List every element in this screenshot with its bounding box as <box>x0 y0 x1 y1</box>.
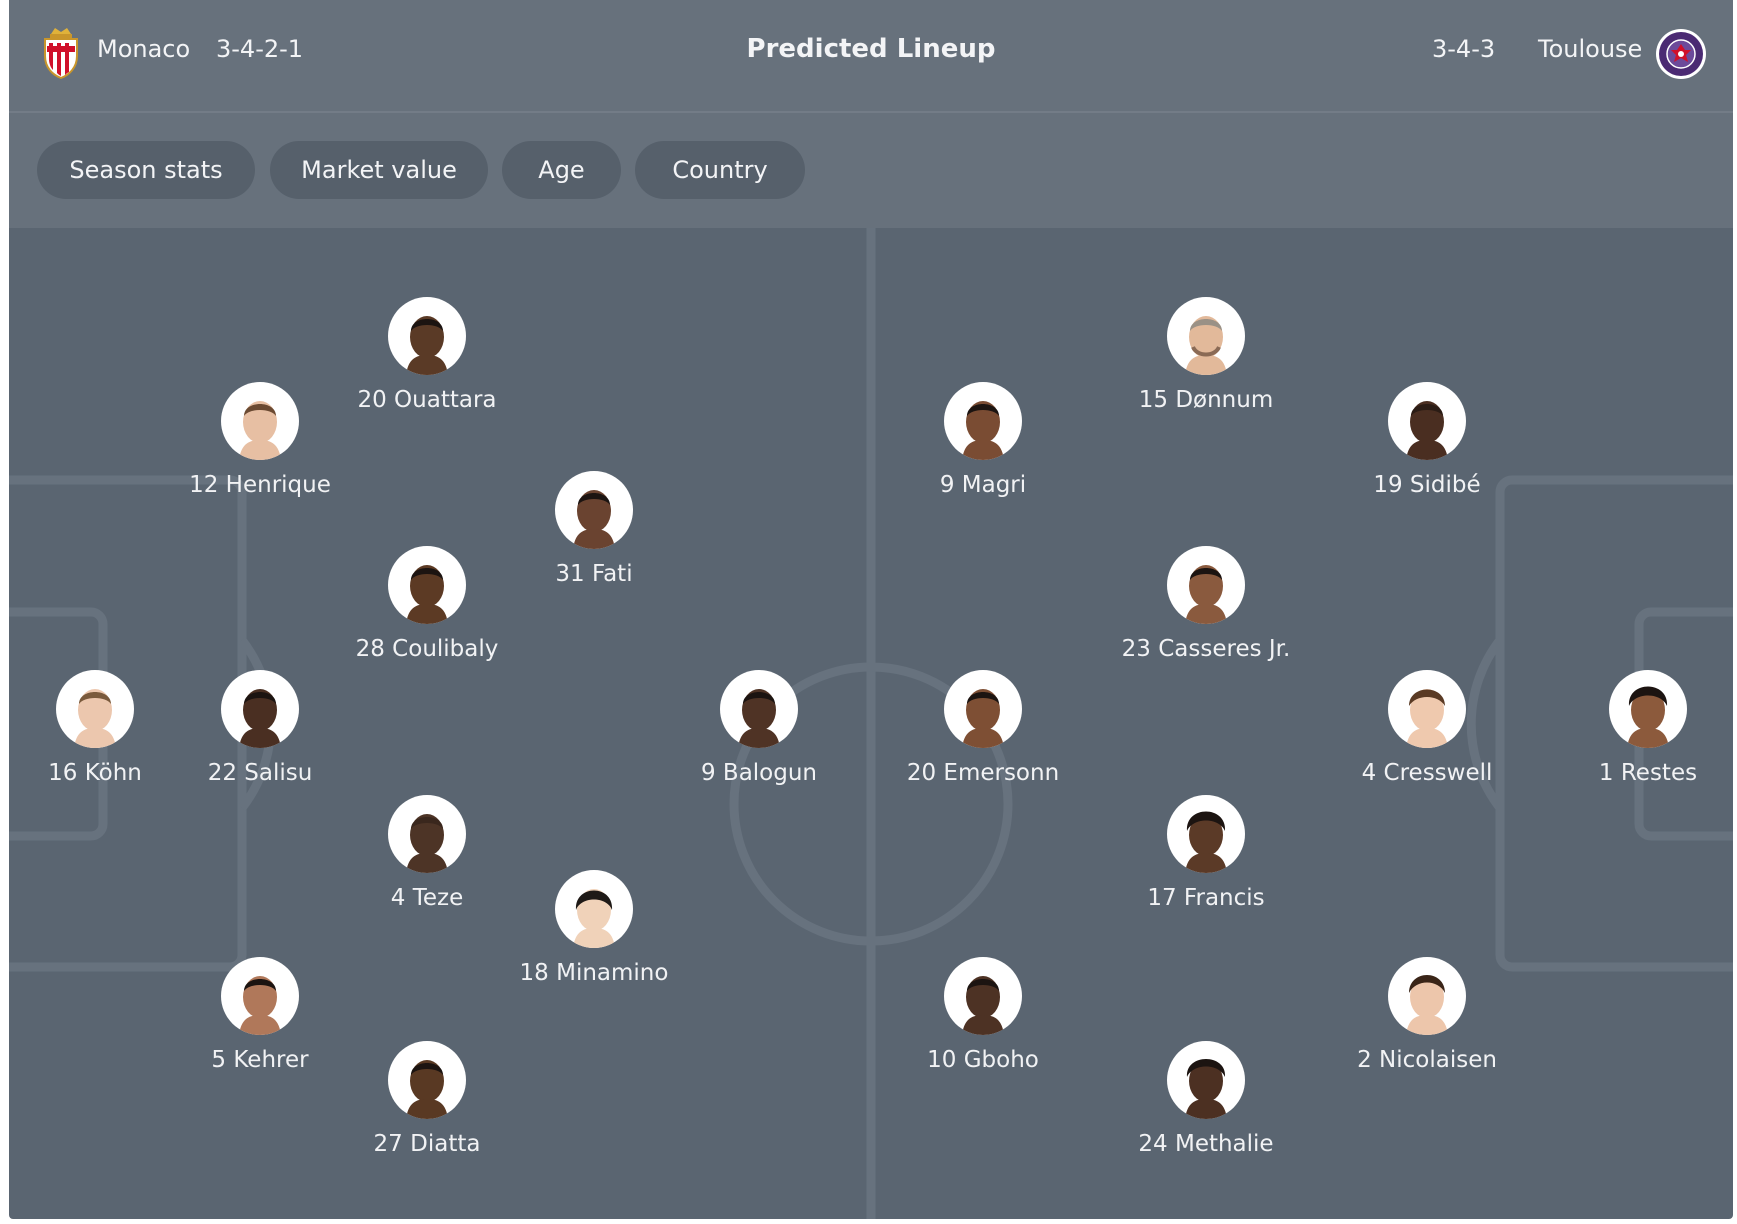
player-headshot <box>1406 975 1448 1035</box>
player-name: 18 Minamino <box>519 960 669 986</box>
player-name: 10 Gboho <box>927 1047 1039 1073</box>
player-card-salisu[interactable]: 22 Salisu <box>140 670 380 788</box>
player-card-nicolaisen[interactable]: 2 Nicolaisen <box>1307 957 1547 1075</box>
player-card-gboho[interactable]: 10 Gboho <box>863 957 1103 1075</box>
player-name: 12 Henrique <box>189 472 331 498</box>
player-headshot <box>74 689 116 748</box>
player-card-restes[interactable]: 1 Restes <box>1528 670 1733 788</box>
monaco-crest-icon <box>44 28 78 80</box>
player-card-francis[interactable]: 17 Francis <box>1086 795 1326 913</box>
player-headshot <box>573 490 615 549</box>
player-headshot <box>962 976 1004 1035</box>
player-avatar <box>221 382 299 460</box>
player-card-balogun[interactable]: 9 Balogun <box>639 670 879 788</box>
player-headshot <box>1627 686 1669 748</box>
lineup-header: Monaco 3-4-2-1 Predicted Lineup 3-4-3 To… <box>9 0 1733 113</box>
player-avatar <box>1388 957 1466 1035</box>
player-headshot <box>406 814 448 873</box>
player-headshot <box>239 976 281 1035</box>
player-headshot <box>962 401 1004 460</box>
player-headshot <box>1406 689 1448 748</box>
player-name: 4 Cresswell <box>1361 760 1493 786</box>
player-headshot <box>1185 811 1227 873</box>
player-headshot <box>406 316 448 375</box>
player-avatar <box>1167 795 1245 873</box>
player-avatar <box>221 957 299 1035</box>
player-headshot <box>239 689 281 748</box>
player-headshot <box>962 689 1004 748</box>
player-name: 17 Francis <box>1147 885 1265 911</box>
home-formation: 3-4-2-1 <box>216 35 304 63</box>
player-card-sidibe[interactable]: 19 Sidibé <box>1307 382 1547 500</box>
player-name: 9 Balogun <box>700 760 818 786</box>
pitch: 20 Ouattara 12 Henrique 31 Fati 28 Couli… <box>9 228 1733 1219</box>
player-headshot <box>239 401 281 460</box>
market-value-chip[interactable]: Market value <box>270 141 488 199</box>
player-avatar <box>1388 382 1466 460</box>
player-avatar <box>1167 1041 1245 1119</box>
player-name: 23 Casseres Jr. <box>1121 636 1291 662</box>
player-card-henrique[interactable]: 12 Henrique <box>140 382 380 500</box>
player-name: 2 Nicolaisen <box>1357 1047 1497 1073</box>
player-card-coulibaly[interactable]: 28 Coulibaly <box>307 546 547 664</box>
country-chip[interactable]: Country <box>635 141 805 199</box>
player-avatar <box>388 297 466 375</box>
player-card-methalie[interactable]: 24 Methalie <box>1086 1041 1326 1159</box>
player-card-minamino[interactable]: 18 Minamino <box>474 870 714 988</box>
player-headshot <box>1185 316 1227 375</box>
season-stats-chip[interactable]: Season stats <box>37 141 255 199</box>
player-headshot <box>738 689 780 748</box>
player-card-donnum[interactable]: 15 Dønnum <box>1086 297 1326 415</box>
player-avatar <box>720 670 798 748</box>
player-card-diatta[interactable]: 27 Diatta <box>307 1041 547 1159</box>
player-avatar <box>944 382 1022 460</box>
away-team-name: Toulouse <box>1538 35 1643 63</box>
player-headshot <box>1185 565 1227 624</box>
player-headshot <box>1406 401 1448 460</box>
player-avatar <box>388 546 466 624</box>
player-headshot <box>406 565 448 624</box>
player-name: 1 Restes <box>1598 760 1698 786</box>
player-name: 28 Coulibaly <box>355 636 499 662</box>
player-avatar <box>1167 297 1245 375</box>
player-avatar <box>1388 670 1466 748</box>
player-avatar <box>221 670 299 748</box>
player-headshot <box>573 889 615 948</box>
player-avatar <box>1609 670 1687 748</box>
page-title: Predicted Lineup <box>746 34 996 64</box>
player-avatar <box>944 670 1022 748</box>
player-name: 27 Diatta <box>373 1131 481 1157</box>
away-formation: 3-4-3 <box>1432 35 1496 63</box>
player-card-magri[interactable]: 9 Magri <box>863 382 1103 500</box>
lineup-card: Monaco 3-4-2-1 Predicted Lineup 3-4-3 To… <box>9 0 1733 1219</box>
player-avatar <box>1167 546 1245 624</box>
player-headshot <box>406 1060 448 1119</box>
player-avatar <box>555 471 633 549</box>
player-avatar <box>388 795 466 873</box>
player-card-cresswell[interactable]: 4 Cresswell <box>1307 670 1547 788</box>
player-name: 19 Sidibé <box>1373 472 1481 498</box>
player-avatar <box>555 870 633 948</box>
player-avatar <box>388 1041 466 1119</box>
player-name: 24 Methalie <box>1138 1131 1274 1157</box>
player-name: 20 Emersonn <box>906 760 1060 786</box>
age-chip[interactable]: Age <box>502 141 621 199</box>
player-avatar <box>944 957 1022 1035</box>
player-avatar <box>56 670 134 748</box>
player-card-emersonn[interactable]: 20 Emersonn <box>863 670 1103 788</box>
stat-filter-bar <box>9 113 1733 228</box>
player-card-casseres[interactable]: 23 Casseres Jr. <box>1086 546 1326 664</box>
player-name: 15 Dønnum <box>1138 387 1274 413</box>
player-name: 9 Magri <box>939 472 1027 498</box>
toulouse-crest-icon <box>1656 29 1706 79</box>
home-team-name: Monaco <box>97 35 191 63</box>
player-headshot <box>1185 1059 1227 1119</box>
player-name: 22 Salisu <box>207 760 313 786</box>
